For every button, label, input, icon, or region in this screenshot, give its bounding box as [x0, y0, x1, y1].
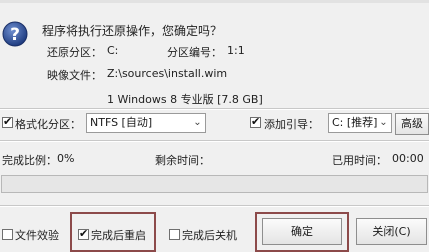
shutdown-label: 完成后关机	[182, 229, 237, 242]
completion-label: 完成比例：	[2, 154, 57, 167]
format-partition-label: 格式化分区：	[15, 118, 81, 131]
separator-bottom	[0, 205, 429, 207]
file-verify-label: 文件效验	[15, 229, 59, 242]
elapsed-value: 00:00	[392, 152, 424, 165]
question-icon: ?	[2, 21, 28, 47]
restore-partition-label: 还原分区：	[47, 46, 102, 59]
image-file-value: Z:\sources\install.wim	[107, 67, 228, 80]
boot-target-value: C: [推荐]	[332, 116, 378, 129]
filesystem-value: NTFS [自动]	[90, 116, 153, 129]
partition-number-value: 1:1	[227, 44, 245, 57]
confirm-question: 程序将执行还原操作，您确定吗？	[42, 24, 223, 38]
top-edge	[0, 0, 429, 3]
restore-partition-value: C:	[107, 44, 119, 57]
ok-button[interactable]: 确定	[262, 218, 342, 245]
add-boot-label: 添加引导：	[264, 118, 319, 131]
file-verify-checkbox[interactable]	[2, 229, 13, 240]
completion-value: 0%	[57, 152, 75, 165]
progress-bar	[1, 175, 428, 193]
image-file-label: 映像文件：	[47, 69, 102, 82]
check-mark-icon: ✔	[79, 227, 89, 240]
separator-middle	[0, 140, 429, 142]
check-mark-icon: ✔	[3, 115, 13, 128]
svg-text:?: ?	[10, 25, 20, 45]
add-boot-checkbox[interactable]: ✔	[250, 115, 261, 128]
advanced-button[interactable]: 高级	[395, 113, 429, 135]
shutdown-checkbox[interactable]	[169, 229, 180, 240]
chevron-down-icon: ⌄	[379, 117, 388, 128]
elapsed-label: 已用时间：	[332, 154, 387, 167]
restart-checkbox[interactable]: ✔	[78, 227, 89, 240]
chevron-down-icon: ⌄	[193, 117, 202, 128]
boot-target-select[interactable]: C: [推荐] ⌄	[328, 113, 392, 133]
close-button[interactable]: 关闭(C)	[356, 218, 427, 245]
check-mark-icon: ✔	[251, 115, 261, 128]
partition-number-label: 分区编号：	[167, 46, 222, 59]
format-partition-checkbox[interactable]: ✔	[2, 115, 13, 128]
restart-label: 完成后重启	[91, 229, 146, 242]
image-version-value: 1 Windows 8 专业版 [7.8 GB]	[107, 93, 263, 106]
filesystem-select[interactable]: NTFS [自动] ⌄	[86, 113, 206, 133]
separator-top	[0, 108, 429, 110]
remaining-label: 剩余时间：	[155, 154, 210, 167]
